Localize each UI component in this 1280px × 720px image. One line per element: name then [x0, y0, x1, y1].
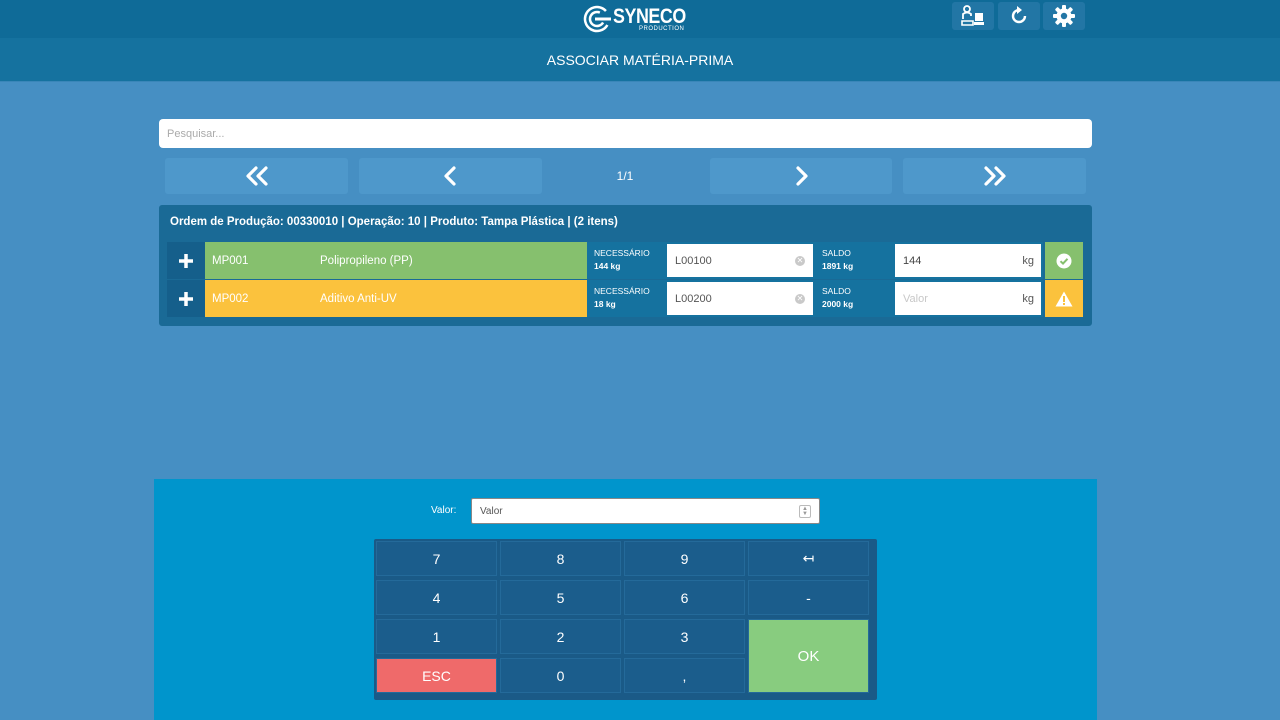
double-chevron-right-icon [983, 166, 1006, 186]
esc-button[interactable]: ESC [376, 658, 497, 693]
required-quantity: NECESSÁRIO 18 kg [587, 280, 665, 317]
warning-icon [1055, 291, 1073, 306]
add-material-button[interactable] [167, 242, 205, 279]
refresh-icon [1011, 6, 1027, 24]
value-placeholder: Valor [480, 505, 503, 517]
plus-icon [179, 253, 193, 268]
amount-input[interactable]: 144 kg [893, 242, 1043, 279]
amount-value: 144 [903, 254, 922, 267]
previous-page-button[interactable] [359, 158, 542, 194]
order-header: Ordem de Produção: 00330010 | Operação: … [170, 216, 618, 228]
required-value: 144 kg [594, 261, 621, 271]
key-7[interactable]: 7 [376, 541, 497, 576]
key-comma[interactable]: , [624, 658, 745, 693]
search-input[interactable] [159, 119, 1092, 148]
material-description: Polipropileno (PP) [320, 254, 413, 267]
production-order-panel: Ordem de Produção: 00330010 | Operação: … [159, 205, 1092, 326]
material-row: MP002 Aditivo Anti-UV NECESSÁRIO 18 kg L… [167, 280, 1083, 317]
key-9[interactable]: 9 [624, 541, 745, 576]
first-page-button[interactable] [165, 158, 348, 194]
required-label: NECESSÁRIO [594, 286, 650, 296]
lot-input[interactable]: L00100 ✕ [665, 242, 815, 279]
chevron-right-icon [796, 166, 808, 186]
required-quantity: NECESSÁRIO 144 kg [587, 242, 665, 279]
value-input[interactable]: Valor ▲ ▼ [471, 498, 820, 524]
material-description: Aditivo Anti-UV [320, 292, 397, 305]
lot-value: L00200 [675, 292, 712, 305]
top-bar: SYNECO PRODUCTION [0, 0, 1280, 38]
operator-workstation-icon [961, 5, 984, 26]
unit-label: kg [1022, 293, 1034, 305]
value-label: Valor: [431, 505, 457, 516]
clear-icon[interactable]: ✕ [795, 256, 805, 266]
unit-label: kg [1022, 255, 1034, 267]
chevron-left-icon [443, 166, 456, 186]
syneco-logo: SYNECO PRODUCTION [583, 3, 699, 35]
key-5[interactable]: 5 [500, 580, 621, 615]
gear-icon [1053, 5, 1075, 27]
keypad: 7 8 9 ↤ 4 5 6 - 1 2 3 OK ESC 0 , [374, 539, 877, 700]
check-circle-icon [1056, 253, 1072, 268]
key-1[interactable]: 1 [376, 619, 497, 654]
key-2[interactable]: 2 [500, 619, 621, 654]
refresh-button[interactable] [998, 2, 1040, 30]
material-item[interactable]: MP001 Polipropileno (PP) [205, 242, 587, 279]
clear-icon[interactable]: ✕ [795, 294, 805, 304]
key-6[interactable]: 6 [624, 580, 745, 615]
next-page-button[interactable] [710, 158, 892, 194]
amount-placeholder: Valor [903, 292, 928, 305]
material-row: MP001 Polipropileno (PP) NECESSÁRIO 144 … [167, 242, 1083, 279]
logo-name: SYNECO [613, 5, 686, 28]
page-indicator: 1/1 [616, 169, 634, 183]
balance-quantity: SALDO 2000 kg [815, 280, 893, 317]
balance-label: SALDO [822, 248, 851, 258]
syneco-logo-mark-icon [583, 5, 611, 33]
key-4[interactable]: 4 [376, 580, 497, 615]
screen-title: ASSOCIAR MATÉRIA-PRIMA [546, 51, 734, 68]
amount-input[interactable]: Valor kg [893, 280, 1043, 317]
double-chevron-left-icon [245, 166, 268, 186]
balance-quantity: SALDO 1891 kg [815, 242, 893, 279]
key-8[interactable]: 8 [500, 541, 621, 576]
settings-button[interactable] [1043, 2, 1085, 30]
material-code: MP002 [212, 292, 249, 305]
lot-value: L00100 [675, 254, 712, 267]
last-page-button[interactable] [903, 158, 1086, 194]
balance-value: 1891 kg [822, 261, 854, 271]
screen-title-bar: ASSOCIAR MATÉRIA-PRIMA [0, 38, 1280, 81]
key-0[interactable]: 0 [500, 658, 621, 693]
balance-value: 2000 kg [822, 299, 854, 309]
spinner-icon[interactable]: ▲ ▼ [799, 505, 811, 518]
ok-button[interactable]: OK [748, 619, 869, 693]
balance-label: SALDO [822, 286, 851, 296]
plus-icon [179, 291, 193, 306]
lot-input[interactable]: L00200 ✕ [665, 280, 815, 317]
status-ok [1045, 242, 1083, 279]
required-label: NECESSÁRIO [594, 248, 650, 258]
key-3[interactable]: 3 [624, 619, 745, 654]
key-tab[interactable]: ↤ [748, 541, 869, 576]
add-material-button[interactable] [167, 280, 205, 317]
operator-button[interactable] [952, 2, 994, 30]
key-minus[interactable]: - [748, 580, 869, 615]
material-item[interactable]: MP002 Aditivo Anti-UV [205, 280, 587, 317]
material-code: MP001 [212, 254, 249, 267]
required-value: 18 kg [594, 299, 616, 309]
status-warning [1045, 280, 1083, 317]
